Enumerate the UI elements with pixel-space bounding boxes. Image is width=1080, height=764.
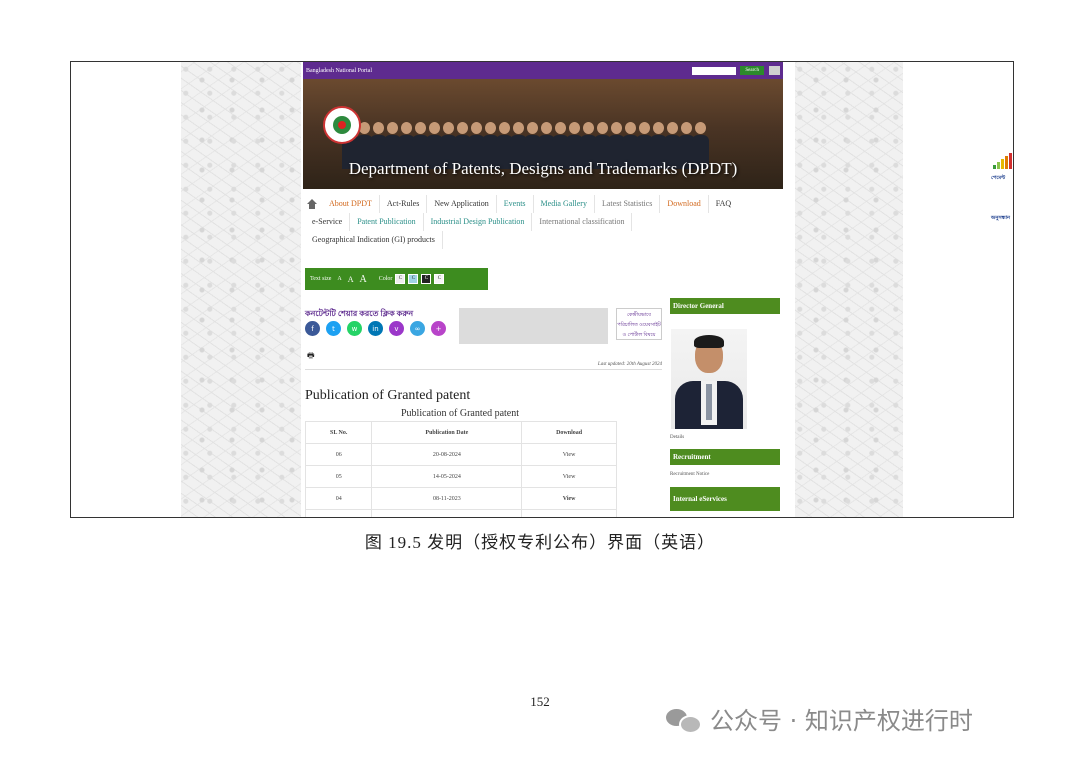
recruitment-notice-link[interactable]: Recruitment Notice: [670, 472, 709, 477]
facebook-icon[interactable]: f: [305, 321, 320, 336]
whatsapp-icon[interactable]: w: [347, 321, 362, 336]
payment-link[interactable]: পেমেন্ট: [991, 175, 1005, 183]
search-input[interactable]: [692, 66, 737, 75]
search-button[interactable]: Search: [740, 66, 764, 75]
view-link[interactable]: View: [521, 465, 617, 488]
side-note[interactable]: কেন্দ্রীয়ভাবে পরিচালিত ওয়েবসাইট ও পোর্…: [616, 308, 662, 340]
nav-about[interactable]: About DPDT: [322, 195, 380, 213]
cell-sl: 03: [304, 509, 373, 517]
banner: Department of Patents, Designs and Trade…: [303, 79, 783, 189]
director-portrait: [671, 329, 747, 429]
decorative-pattern-right: [795, 62, 903, 517]
page-title: Publication of Granted patent: [305, 388, 471, 403]
header-publication-date: Publication Date: [371, 421, 523, 444]
recruitment-heading: Recruitment: [670, 449, 780, 465]
screenshot-frame: Bangladesh National Portal Search Depart…: [70, 61, 1014, 518]
decorative-pattern-left: [181, 62, 301, 517]
nav-eservice[interactable]: e-Service: [305, 213, 351, 231]
linkedin-icon[interactable]: in: [368, 321, 383, 336]
text-size-medium[interactable]: A: [348, 275, 354, 284]
cell-sl: 05: [304, 465, 373, 488]
nav-new-application[interactable]: New Application: [427, 195, 497, 213]
table-header-row: SL No. Publication Date Download: [304, 421, 617, 444]
nav-events[interactable]: Events: [497, 195, 534, 213]
header-download: Download: [521, 421, 617, 444]
header-sl-no: SL No.: [304, 421, 373, 444]
director-general-heading: Director General: [670, 298, 780, 314]
cell-date: 08-11-2023: [371, 487, 523, 510]
figure-caption: 图 19.5 发明（授权专利公布）界面（英语）: [364, 533, 716, 552]
main-nav: About DPDT Act-Rules New Application Eve…: [303, 189, 783, 249]
cell-sl: 04: [304, 487, 373, 510]
nav-industrial-design-publication[interactable]: Industrial Design Publication: [424, 213, 533, 231]
color-label: Color: [378, 276, 393, 282]
wechat-icon: [666, 706, 702, 734]
color-swatch-dark[interactable]: C: [421, 274, 432, 284]
nav-download[interactable]: Download: [660, 195, 709, 213]
text-size-large[interactable]: A: [360, 274, 367, 285]
view-link[interactable]: View: [521, 509, 617, 517]
search-link[interactable]: অনুসন্ধান: [991, 215, 1010, 223]
color-swatch-light[interactable]: C: [434, 274, 445, 284]
government-seal-icon: [323, 106, 361, 144]
share-icon[interactable]: +: [431, 321, 446, 336]
cell-date: 14-05-2024: [371, 465, 523, 488]
nav-act-rules[interactable]: Act-Rules: [380, 195, 428, 213]
cell-sl: 06: [304, 443, 373, 466]
twitter-icon[interactable]: t: [326, 321, 341, 336]
home-icon[interactable]: [307, 199, 317, 209]
text-size-label: Text size: [310, 276, 332, 282]
color-swatch-default[interactable]: C: [395, 274, 406, 284]
nav-patent-publication[interactable]: Patent Publication: [350, 213, 424, 231]
portal-link[interactable]: Bangladesh National Portal: [306, 68, 692, 74]
share-label: কনটেন্টটি শেয়ার করতে ক্লিক করুন: [305, 309, 414, 318]
view-link[interactable]: View: [521, 443, 617, 466]
nav-media-gallery[interactable]: Media Gallery: [534, 195, 595, 213]
text-size-small[interactable]: A: [337, 276, 341, 282]
cell-date: 20-08-2024: [371, 443, 523, 466]
details-link[interactable]: Details: [670, 435, 684, 440]
social-share-bar: f t w in v ∞ +: [305, 321, 452, 336]
nav-gi-products[interactable]: Geographical Indication (GI) products: [305, 231, 443, 249]
nav-latest-statistics[interactable]: Latest Statistics: [595, 195, 661, 213]
cell-date: 30-07-2023: [371, 509, 523, 517]
banner-title: Department of Patents, Designs and Trade…: [348, 159, 738, 178]
table-row: 05 14-05-2024 View: [304, 465, 617, 488]
website: Bangladesh National Portal Search Depart…: [303, 62, 783, 517]
internal-eservices-heading: Internal eServices: [670, 487, 780, 511]
last-updated: Last updated: 20th August 2024: [305, 362, 662, 370]
publication-table: SL No. Publication Date Download 06 20-0…: [304, 421, 617, 517]
view-link[interactable]: View: [521, 487, 617, 510]
top-bar: Bangladesh National Portal Search: [303, 62, 783, 79]
color-swatch-blue[interactable]: C: [408, 274, 419, 284]
watermark: 公众号 · 知识产权进行时: [666, 701, 973, 736]
watermark-text: 公众号 · 知识产权进行时: [710, 707, 973, 735]
table-caption: Publication of Granted patent: [400, 408, 520, 419]
nav-faq[interactable]: FAQ: [709, 195, 738, 213]
menu-icon[interactable]: [769, 66, 780, 75]
table-row: 04 08-11-2023 View: [304, 487, 617, 510]
viber-icon[interactable]: v: [389, 321, 404, 336]
nav-international-classification[interactable]: International classification: [532, 213, 633, 231]
accessibility-bar: Text size A A A Color C C C C: [305, 268, 488, 290]
signal-graph-icon[interactable]: [993, 153, 1013, 169]
embedded-widget: [459, 308, 608, 344]
table-row: 06 20-08-2024 View: [304, 443, 617, 466]
link-icon[interactable]: ∞: [410, 321, 425, 336]
table-row: 03 30-07-2023 View: [304, 509, 617, 517]
